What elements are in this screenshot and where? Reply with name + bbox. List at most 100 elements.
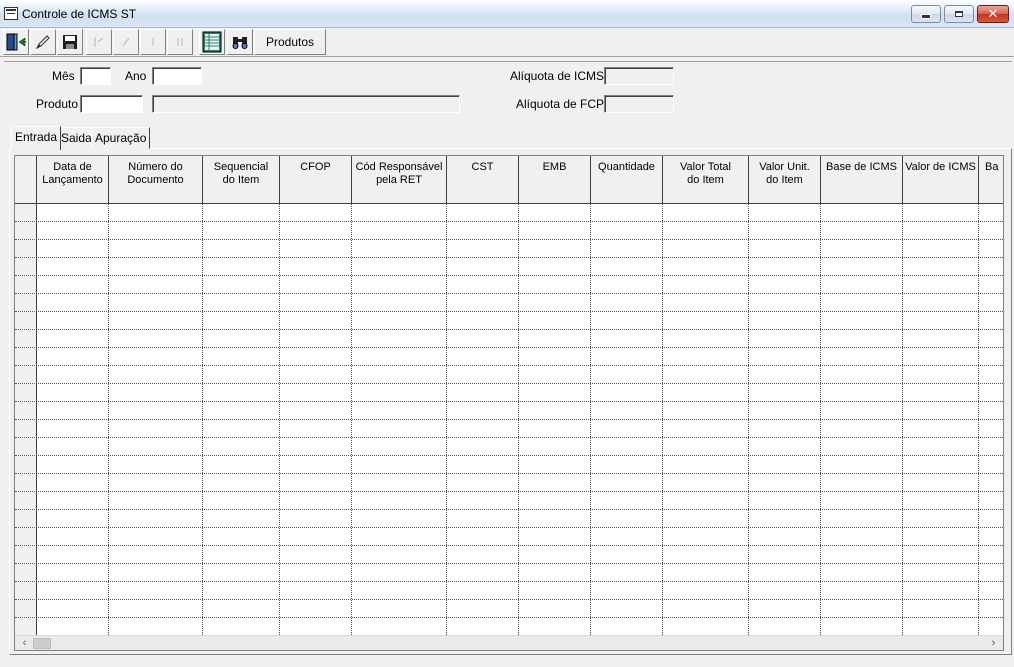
table-cell[interactable] — [821, 546, 903, 563]
close-button[interactable]: ✕ — [977, 5, 1009, 23]
table-cell[interactable] — [447, 258, 519, 275]
table-cell[interactable] — [979, 258, 1003, 275]
table-cell[interactable] — [519, 222, 591, 239]
table-cell[interactable] — [203, 420, 280, 437]
table-cell[interactable] — [203, 312, 280, 329]
table-cell[interactable] — [979, 492, 1003, 509]
table-cell[interactable] — [821, 492, 903, 509]
table-cell[interactable] — [749, 204, 821, 221]
table-cell[interactable] — [352, 528, 447, 545]
table-cell[interactable] — [447, 420, 519, 437]
table-cell[interactable] — [663, 330, 749, 347]
table-cell[interactable] — [903, 474, 979, 491]
table-cell[interactable] — [979, 510, 1003, 527]
table-cell[interactable] — [749, 564, 821, 581]
table-cell[interactable] — [979, 294, 1003, 311]
table-cell[interactable] — [447, 204, 519, 221]
table-cell[interactable] — [979, 312, 1003, 329]
table-cell[interactable] — [821, 474, 903, 491]
col-header-sequencial-item[interactable]: Sequencial do Item — [203, 156, 280, 204]
table-cell[interactable] — [519, 384, 591, 401]
table-cell[interactable] — [37, 510, 109, 527]
table-cell[interactable] — [749, 258, 821, 275]
table-cell[interactable] — [203, 294, 280, 311]
table-cell[interactable] — [280, 474, 352, 491]
table-row[interactable] — [15, 384, 1003, 402]
table-cell[interactable] — [821, 222, 903, 239]
table-cell[interactable] — [663, 258, 749, 275]
table-cell[interactable] — [821, 276, 903, 293]
table-cell[interactable] — [203, 546, 280, 563]
table-cell[interactable] — [447, 564, 519, 581]
col-header-valor-icms[interactable]: Valor de ICMS — [903, 156, 979, 204]
table-cell[interactable] — [37, 240, 109, 257]
table-cell[interactable] — [447, 474, 519, 491]
table-cell[interactable] — [591, 618, 663, 635]
table-cell[interactable] — [749, 510, 821, 527]
table-cell[interactable] — [280, 222, 352, 239]
table-cell[interactable] — [203, 456, 280, 473]
table-cell[interactable] — [979, 348, 1003, 365]
table-cell[interactable] — [37, 438, 109, 455]
table-cell[interactable] — [749, 384, 821, 401]
table-cell[interactable] — [203, 330, 280, 347]
table-cell[interactable] — [352, 222, 447, 239]
table-cell[interactable] — [591, 582, 663, 599]
col-header-base-icms[interactable]: Base de ICMS — [821, 156, 903, 204]
grid-view-button[interactable] — [199, 29, 225, 55]
table-row[interactable] — [15, 510, 1003, 528]
table-cell[interactable] — [352, 258, 447, 275]
table-cell[interactable] — [109, 294, 203, 311]
edit-button[interactable] — [30, 29, 56, 55]
table-cell[interactable] — [352, 618, 447, 635]
table-cell[interactable] — [280, 312, 352, 329]
table-row[interactable] — [15, 420, 1003, 438]
col-header-emb[interactable]: EMB — [519, 156, 591, 204]
table-cell[interactable] — [663, 546, 749, 563]
table-row[interactable] — [15, 258, 1003, 276]
table-cell[interactable] — [519, 258, 591, 275]
table-cell[interactable] — [749, 600, 821, 617]
table-cell[interactable] — [109, 276, 203, 293]
table-cell[interactable] — [203, 204, 280, 221]
table-cell[interactable] — [591, 312, 663, 329]
table-cell[interactable] — [903, 564, 979, 581]
table-cell[interactable] — [37, 492, 109, 509]
table-cell[interactable] — [903, 204, 979, 221]
table-cell[interactable] — [903, 384, 979, 401]
find-button[interactable] — [227, 29, 253, 55]
table-cell[interactable] — [352, 564, 447, 581]
table-cell[interactable] — [749, 420, 821, 437]
table-cell[interactable] — [903, 240, 979, 257]
table-cell[interactable] — [663, 618, 749, 635]
table-cell[interactable] — [979, 528, 1003, 545]
table-cell[interactable] — [821, 366, 903, 383]
table-cell[interactable] — [203, 582, 280, 599]
table-cell[interactable] — [37, 222, 109, 239]
table-cell[interactable] — [280, 456, 352, 473]
table-cell[interactable] — [591, 330, 663, 347]
table-cell[interactable] — [821, 438, 903, 455]
table-cell[interactable] — [447, 312, 519, 329]
table-cell[interactable] — [519, 366, 591, 383]
table-cell[interactable] — [280, 240, 352, 257]
table-cell[interactable] — [519, 546, 591, 563]
table-cell[interactable] — [447, 546, 519, 563]
table-row[interactable] — [15, 276, 1003, 294]
tab-apuracao[interactable]: Apuração — [91, 127, 151, 149]
ano-input[interactable] — [152, 67, 202, 85]
table-cell[interactable] — [352, 384, 447, 401]
prev-record-button[interactable] — [113, 29, 139, 55]
table-cell[interactable] — [979, 420, 1003, 437]
table-cell[interactable] — [203, 384, 280, 401]
table-cell[interactable] — [447, 438, 519, 455]
table-cell[interactable] — [821, 528, 903, 545]
table-cell[interactable] — [979, 474, 1003, 491]
table-cell[interactable] — [203, 276, 280, 293]
table-cell[interactable] — [352, 402, 447, 419]
table-cell[interactable] — [280, 564, 352, 581]
table-cell[interactable] — [591, 384, 663, 401]
table-cell[interactable] — [591, 258, 663, 275]
table-cell[interactable] — [519, 492, 591, 509]
table-cell[interactable] — [663, 600, 749, 617]
